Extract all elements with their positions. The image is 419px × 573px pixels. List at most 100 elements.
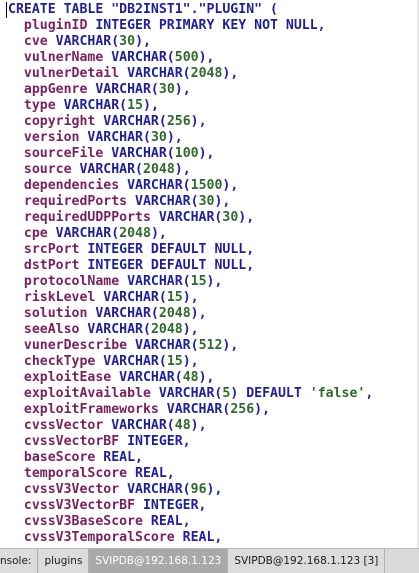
- code-line: exploitAvailable VARCHAR(5) DEFAULT 'fal…: [8, 386, 373, 402]
- code-token: 30: [198, 194, 215, 209]
- tab-console[interactable]: nsole:: [0, 549, 39, 573]
- code-token: VARCHAR(: [127, 178, 191, 193]
- code-token: VARCHAR(: [127, 482, 191, 497]
- code-line: srcPort INTEGER DEFAULT NULL,: [8, 242, 254, 258]
- code-token: copyright: [8, 114, 104, 129]
- code-line: version VARCHAR(30),: [8, 130, 183, 146]
- code-token: seeAlso: [8, 322, 88, 337]
- code-token: ),: [238, 210, 255, 225]
- code-token: srcPort: [8, 242, 88, 257]
- text-cursor: [6, 2, 7, 18]
- code-token: 2048: [158, 306, 191, 321]
- code-token: ),: [174, 82, 191, 97]
- code-token: VARCHAR(: [55, 226, 120, 241]
- code-token: protocolName: [8, 274, 128, 289]
- code-line: temporalScore REAL,: [8, 466, 175, 482]
- code-token: cvssV3VectorBF: [8, 498, 143, 513]
- code-token: 2048: [119, 226, 151, 241]
- console-tab-bar: nsole: plugins SVIPDB@192.168.1.123 SVIP…: [0, 548, 419, 573]
- code-token: ),: [198, 146, 215, 161]
- code-token: requiredUDPPorts: [8, 210, 159, 225]
- code-token: 15: [166, 354, 183, 369]
- code-token: 256: [230, 402, 255, 417]
- code-token: exploitAvailable: [8, 386, 159, 401]
- code-line: vulnerDetail VARCHAR(2048),: [8, 66, 238, 82]
- code-token: type: [8, 98, 64, 113]
- code-token: VARCHAR(: [79, 162, 143, 177]
- tab-plugins[interactable]: plugins: [38, 549, 90, 573]
- code-line: cvssV3Vector VARCHAR(96),: [8, 482, 223, 498]
- code-token: ),: [190, 418, 207, 433]
- code-line: checkType VARCHAR(15),: [8, 354, 199, 370]
- code-token: baseScore: [8, 450, 104, 465]
- code-line: riskLevel VARCHAR(15),: [8, 290, 199, 306]
- code-token: 30: [150, 130, 167, 145]
- code-token: INTEGER,: [127, 434, 191, 449]
- code-token: ) DEFAULT: [230, 386, 310, 401]
- code-token: version: [8, 130, 88, 145]
- code-token: 48: [174, 418, 191, 433]
- code-token: VARCHAR(: [95, 82, 159, 97]
- code-token: 30: [119, 34, 136, 49]
- code-token: ),: [150, 226, 167, 241]
- code-line: cvssVector VARCHAR(48),: [8, 418, 207, 434]
- code-token: REAL,: [135, 466, 175, 481]
- code-token: ),: [222, 178, 239, 193]
- code-token: VARCHAR(: [119, 370, 183, 385]
- code-token: sourceFile: [8, 146, 112, 161]
- code-token: ),: [143, 98, 159, 113]
- code-token: requiredPorts: [8, 194, 136, 209]
- code-token: VARCHAR(: [135, 194, 199, 209]
- tab-label: nsole:: [0, 555, 32, 567]
- code-token: ),: [198, 50, 215, 65]
- code-token: ),: [190, 114, 207, 129]
- code-token: 1500: [190, 178, 223, 193]
- code-token: 30: [222, 210, 239, 225]
- code-token: VARCHAR(: [87, 322, 151, 337]
- code-line: seeAlso VARCHAR(2048),: [8, 322, 199, 338]
- tab-svipdb[interactable]: SVIPDB@192.168.1.123: [89, 549, 229, 573]
- code-line: type VARCHAR(15),: [8, 98, 159, 114]
- code-token: vulnerName: [8, 50, 112, 65]
- code-token: ,: [365, 386, 374, 401]
- code-token: REAL,: [103, 450, 143, 465]
- code-line: pluginID INTEGER PRIMARY KEY NOT NULL,: [8, 18, 326, 34]
- code-token: 96: [190, 482, 207, 497]
- code-line: source VARCHAR(2048),: [8, 162, 191, 178]
- code-token: ),: [222, 66, 239, 81]
- code-line: exploitEase VARCHAR(48),: [8, 370, 215, 386]
- code-token: VARCHAR(: [111, 50, 175, 65]
- code-token: cvssVectorBF: [8, 434, 128, 449]
- code-token: VARCHAR(: [87, 130, 151, 145]
- code-token: VARCHAR(: [111, 146, 175, 161]
- code-token: VARCHAR(: [158, 386, 223, 401]
- code-token: source: [8, 162, 80, 177]
- code-line: vulnerName VARCHAR(500),: [8, 50, 215, 66]
- code-token: 'false': [309, 386, 366, 401]
- code-token: solution: [8, 306, 96, 321]
- code-token: 15: [166, 290, 183, 305]
- code-token: INTEGER,: [142, 498, 207, 513]
- code-token: ),: [190, 306, 207, 321]
- code-token: 512: [198, 338, 223, 353]
- code-token: VARCHAR(: [95, 306, 159, 321]
- code-token: VARCHAR(: [63, 98, 128, 113]
- code-line: cvssVectorBF INTEGER,: [8, 434, 191, 450]
- code-token: exploitEase: [8, 370, 120, 385]
- code-line: cpe VARCHAR(2048),: [8, 226, 167, 242]
- code-token: 15: [190, 274, 207, 289]
- code-line: requiredPorts VARCHAR(30),: [8, 194, 230, 210]
- code-line: copyright VARCHAR(256),: [8, 114, 207, 130]
- code-token: 500: [174, 50, 199, 65]
- code-token: REAL,: [150, 514, 191, 529]
- code-line: solution VARCHAR(2048),: [8, 306, 207, 322]
- code-token: ),: [206, 482, 223, 497]
- sql-editor[interactable]: CREATE TABLE "DB2INST1"."PLUGIN" ( plugi…: [0, 0, 419, 548]
- code-token: INTEGER DEFAULT NULL,: [87, 258, 255, 273]
- code-line: appGenre VARCHAR(30),: [8, 82, 191, 98]
- code-token: CREATE TABLE: [8, 2, 112, 17]
- code-token: VARCHAR(: [103, 290, 167, 305]
- code-token: INTEGER DEFAULT NULL,: [87, 242, 255, 257]
- code-token: dependencies: [8, 178, 128, 193]
- tab-svipdb-3[interactable]: SVIPDB@192.168.1.123 [3]: [228, 549, 386, 573]
